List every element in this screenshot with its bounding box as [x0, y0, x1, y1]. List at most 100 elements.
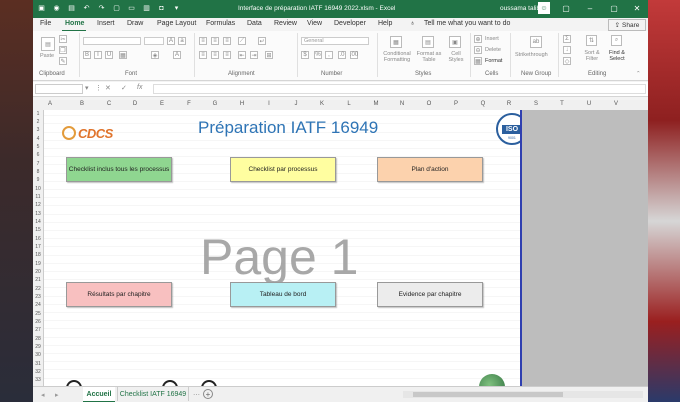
checklist-by-process-button[interactable]: Checklist par processus — [230, 157, 336, 182]
italic-icon[interactable]: I — [94, 51, 102, 59]
cell-styles-label[interactable]: Cell Styles — [445, 51, 467, 63]
print-icon[interactable]: ▥ — [142, 3, 151, 13]
conditional-formatting-icon[interactable]: ▦ — [390, 36, 402, 48]
align-center-icon[interactable]: ≡ — [211, 51, 219, 59]
tab-developer[interactable]: Developer — [334, 20, 366, 27]
maximize-icon[interactable]: ▢ — [607, 2, 621, 14]
row-header[interactable]: 17 — [33, 244, 43, 250]
column-header[interactable]: R — [496, 101, 522, 107]
tab-help[interactable]: Help — [378, 20, 392, 27]
orientation-icon[interactable]: ⟋ — [238, 37, 246, 45]
tab-formulas[interactable]: Formulas — [206, 20, 235, 27]
more-tabs-icon[interactable]: ⋯ — [193, 391, 200, 399]
column-header[interactable]: J — [283, 101, 309, 107]
align-left-icon[interactable]: ≡ — [199, 51, 207, 59]
autosave-icon[interactable]: ◉ — [52, 3, 61, 13]
scrollbar-thumb[interactable] — [413, 392, 563, 397]
formula-input[interactable] — [153, 84, 646, 94]
row-header[interactable]: 11 — [33, 194, 43, 200]
row-header[interactable]: 33 — [33, 377, 43, 383]
open-icon[interactable]: ▭ — [127, 3, 136, 13]
align-bottom-icon[interactable]: ≡ — [223, 37, 231, 45]
row-header[interactable]: 28 — [33, 336, 43, 342]
align-top-icon[interactable]: ≡ — [199, 37, 207, 45]
tell-me-search[interactable]: Tell me what you want to do — [424, 20, 510, 27]
find-select-icon[interactable]: ⌕ — [611, 35, 622, 46]
tab-draw[interactable]: Draw — [127, 20, 143, 27]
borders-icon[interactable]: ▦ — [119, 51, 127, 59]
name-box[interactable] — [35, 84, 83, 94]
tab-insert[interactable]: Insert — [97, 20, 115, 27]
column-header[interactable]: K — [309, 101, 335, 107]
percent-style-icon[interactable]: % — [314, 51, 322, 59]
find-select-label[interactable]: Find & Select — [605, 50, 629, 62]
bold-icon[interactable]: B — [83, 51, 91, 59]
cell-styles-icon[interactable]: ▣ — [449, 36, 461, 48]
sheet-tab-accueil[interactable]: Accueil — [83, 387, 115, 402]
name-box-dropdown-icon[interactable]: ▾ — [85, 84, 89, 92]
cut-icon[interactable]: ✂ — [59, 35, 67, 43]
customize-dropdown-icon[interactable]: ▾ — [172, 3, 181, 13]
user-name[interactable]: oussama talibi — [500, 5, 542, 12]
decrease-decimal-icon[interactable]: .00 — [350, 51, 358, 59]
font-name-dropdown[interactable] — [83, 37, 141, 45]
column-header[interactable]: B — [69, 101, 95, 107]
font-color-icon[interactable]: A — [173, 51, 181, 59]
dashboard-button[interactable]: Tableau de bord — [230, 282, 336, 307]
align-right-icon[interactable]: ≡ — [223, 51, 231, 59]
copy-icon[interactable]: ❐ — [59, 46, 67, 54]
avatar[interactable]: ☺ — [538, 2, 550, 14]
evidence-by-chapter-button[interactable]: Evidence par chapitre — [377, 282, 483, 307]
row-header[interactable]: 22 — [33, 286, 43, 292]
row-header[interactable]: 14 — [33, 219, 43, 225]
row-header[interactable]: 5 — [33, 144, 43, 150]
column-header[interactable]: L — [336, 101, 362, 107]
font-size-dropdown[interactable] — [144, 37, 164, 45]
row-header[interactable]: 23 — [33, 294, 43, 300]
column-header[interactable]: G — [202, 101, 228, 107]
column-header[interactable]: S — [523, 101, 549, 107]
add-sheet-button[interactable]: + — [203, 389, 213, 399]
scroll-tabs-left-icon[interactable]: ◂ — [41, 391, 45, 399]
undo-icon[interactable]: ↶ — [82, 3, 91, 13]
wrap-text-icon[interactable]: ↵ — [258, 37, 266, 45]
paste-icon[interactable]: ▤ — [41, 37, 55, 51]
row-header[interactable]: 9 — [33, 177, 43, 183]
strikethrough-icon[interactable]: ab — [530, 36, 542, 48]
action-plan-button[interactable]: Plan d'action — [377, 157, 483, 182]
sort-filter-icon[interactable]: ⇅ — [586, 35, 597, 46]
row-header[interactable]: 16 — [33, 236, 43, 242]
format-label[interactable]: Format — [485, 58, 502, 64]
format-cells-icon[interactable]: ▦ — [474, 57, 482, 65]
column-header[interactable]: E — [149, 101, 175, 107]
collapse-ribbon-icon[interactable]: ⌃ — [636, 71, 641, 77]
strikethrough-label[interactable]: Strikethrough — [515, 52, 548, 58]
align-middle-icon[interactable]: ≡ — [211, 37, 219, 45]
column-header[interactable]: Q — [470, 101, 496, 107]
column-header[interactable]: F — [176, 101, 202, 107]
clear-icon[interactable]: ◇ — [563, 57, 571, 65]
tab-file[interactable]: File — [40, 20, 51, 27]
camera-icon[interactable]: ◘ — [157, 3, 166, 13]
row-header[interactable]: 21 — [33, 277, 43, 283]
row-header[interactable]: 8 — [33, 169, 43, 175]
row-header[interactable]: 2 — [33, 119, 43, 125]
row-header[interactable]: 15 — [33, 227, 43, 233]
save-icon[interactable]: ▤ — [67, 3, 76, 13]
delete-cells-icon[interactable]: ⊖ — [474, 46, 482, 54]
tab-view[interactable]: View — [307, 20, 322, 27]
close-icon[interactable]: ✕ — [630, 2, 644, 14]
redo-icon[interactable]: ↷ — [97, 3, 106, 13]
row-header[interactable]: 24 — [33, 302, 43, 308]
cancel-entry-icon[interactable]: ✕ — [105, 84, 111, 92]
column-header[interactable]: P — [443, 101, 469, 107]
underline-icon[interactable]: U — [105, 51, 113, 59]
column-header[interactable]: I — [256, 101, 282, 107]
column-header[interactable]: A — [43, 101, 57, 107]
decrease-indent-icon[interactable]: ⇤ — [238, 51, 246, 59]
insert-function-icon[interactable]: fx — [137, 84, 142, 91]
ribbon-display-options-icon[interactable]: ▢ — [559, 2, 573, 14]
confirm-entry-icon[interactable]: ✓ — [121, 84, 127, 92]
increase-font-icon[interactable]: A — [167, 37, 175, 45]
sort-filter-label[interactable]: Sort & Filter — [581, 50, 603, 62]
